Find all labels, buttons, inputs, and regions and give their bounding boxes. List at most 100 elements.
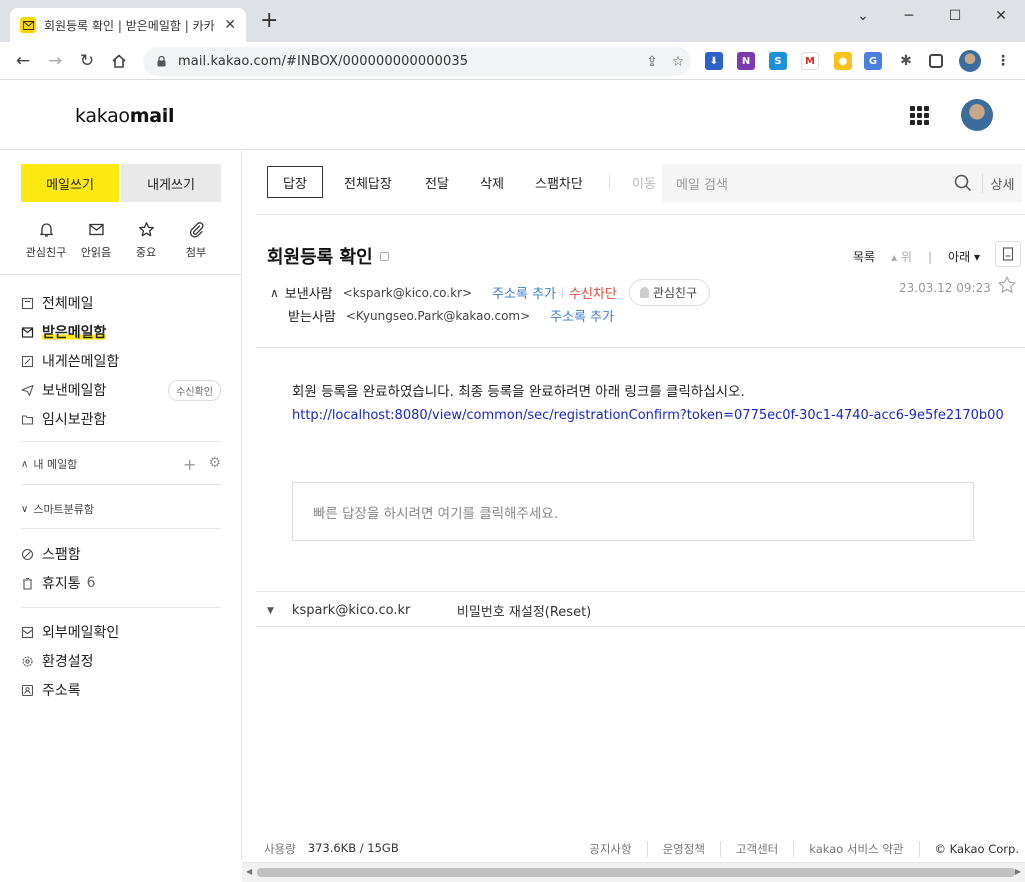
share-icon[interactable]: ⇪	[639, 54, 665, 70]
translate-extension-icon[interactable]: G	[864, 52, 882, 70]
recipient-row: 받는사람 <Kyungseo.Park@kakao.com> 주소록 추가	[288, 306, 614, 326]
puzzle-extensions-icon[interactable]: ✱	[897, 52, 915, 70]
onenote-extension-icon[interactable]: N	[737, 52, 755, 70]
settings-gear-icon	[22, 655, 33, 667]
sender-address[interactable]: <kspark@kico.co.kr>	[343, 286, 472, 300]
collapse-header-icon[interactable]: ∧	[270, 286, 279, 300]
scroll-right-arrow-icon[interactable]: ▶	[1015, 867, 1021, 876]
sidebar-item-self-mail[interactable]: 내게쓴메일함	[21, 349, 221, 373]
thread-sender: kspark@kico.co.kr	[291, 603, 411, 618]
advanced-search-button[interactable]: 상세	[982, 173, 1022, 193]
quick-unread[interactable]: 안읽음	[71, 221, 121, 260]
reply-button[interactable]: 답장	[267, 166, 323, 198]
move-button[interactable]: 이동	[632, 166, 656, 198]
search-icon[interactable]	[954, 174, 972, 192]
quick-reply-box[interactable]: 빠른 답장을 하시려면 여기를 클릭해주세요.	[292, 482, 974, 541]
forward-button[interactable]: 전달	[425, 166, 449, 198]
header-divider-line	[256, 347, 1025, 348]
new-tab-icon[interactable]: +	[260, 10, 278, 32]
next-mail-button[interactable]: 아래 ▾	[948, 248, 980, 265]
write-to-self-button[interactable]: 내게쓰기	[121, 164, 221, 202]
footer-policy-link[interactable]: 운영정책	[648, 841, 721, 857]
horizontal-scrollbar[interactable]: ◀ ▶	[242, 862, 1025, 882]
chrome-menu-icon[interactable]: ⋮	[994, 52, 1012, 70]
download-extension-icon[interactable]: ⬇	[705, 52, 723, 70]
browser-tab[interactable]: 회원등록 확인 | 받은메일함 | 카카 ✕	[10, 8, 246, 42]
sidebar-item-trash[interactable]: 휴지통 6	[21, 571, 221, 595]
block-sender-link[interactable]: 수신차단	[569, 283, 617, 302]
gmail-extension-icon[interactable]: M	[801, 52, 819, 70]
thread-divider-bottom	[256, 626, 1025, 627]
thread-subject: 비밀번호 재설정(Reset)	[456, 605, 592, 620]
compose-button[interactable]: 메일쓰기	[21, 164, 119, 202]
sidebar-item-all-mail[interactable]: 전체메일	[21, 291, 221, 315]
footer-support-link[interactable]: 고객센터	[721, 841, 795, 857]
registration-confirm-link[interactable]: http://localhost:8080/view/common/sec/re…	[292, 404, 1004, 427]
reply-all-button[interactable]: 전체답장	[344, 166, 392, 198]
sidepanel-icon[interactable]	[929, 54, 943, 68]
tab-close-icon[interactable]: ✕	[224, 17, 236, 33]
kakaomail-logo[interactable]: kakaomail	[75, 105, 175, 127]
quick-important[interactable]: 중요	[121, 221, 171, 260]
storage-usage: 사용량 373.6KB / 15GB	[264, 841, 399, 856]
important-star-icon[interactable]	[997, 275, 1017, 295]
star-icon	[138, 222, 154, 237]
sidebar-item-spam[interactable]: 스팸함	[21, 542, 221, 566]
sidebar-item-address-book[interactable]: 주소록	[21, 678, 221, 702]
smart-folder-section[interactable]: ∨ 스마트분류함	[21, 501, 221, 517]
quick-attachments[interactable]: 첨부	[171, 221, 221, 260]
sidebar-divider	[21, 528, 221, 529]
print-button[interactable]	[995, 241, 1021, 267]
add-sender-contact-link[interactable]: 주소록 추가	[492, 283, 556, 302]
read-receipt-badge[interactable]: 수신확인	[168, 379, 221, 401]
lock-icon	[157, 56, 166, 67]
my-mailbox-section[interactable]: ∧ 내 메일함 + ⚙	[21, 455, 221, 474]
subject-toggle-icon[interactable]	[379, 251, 389, 261]
sidebar-item-external-mail[interactable]: 외부메일확인	[21, 620, 221, 644]
scroll-left-arrow-icon[interactable]: ◀	[246, 867, 252, 876]
minimize-button[interactable]: ─	[886, 6, 932, 26]
memo-icon	[21, 355, 34, 367]
footer-notice-link[interactable]: 공지사항	[574, 841, 648, 857]
address-book-icon	[21, 684, 34, 696]
maximize-button[interactable]: ☐	[932, 6, 978, 26]
forward-arrow-icon[interactable]: →	[44, 50, 66, 72]
add-recipient-contact-link[interactable]: 주소록 추가	[550, 306, 614, 325]
delete-button[interactable]: 삭제	[480, 166, 504, 198]
address-bar[interactable]: mail.kakao.com/#INBOX/000000000000035 ⇪ …	[143, 47, 691, 76]
s-extension-icon[interactable]: S	[769, 52, 787, 70]
thread-expand-icon[interactable]: ▼	[267, 606, 274, 616]
user-avatar[interactable]	[961, 99, 993, 131]
mail-body: 회원 등록을 완료하였습니다. 최종 등록을 완료하려면 아래 링크를 클릭하십…	[292, 381, 1004, 427]
tab-title: 회원등록 확인 | 받은메일함 | 카카	[44, 18, 215, 33]
sidebar-item-settings[interactable]: 환경설정	[21, 649, 221, 673]
app-grid-icon[interactable]	[910, 106, 929, 125]
vip-friend-button[interactable]: 관심친구	[628, 279, 711, 306]
home-icon[interactable]	[108, 50, 130, 72]
thread-divider-top	[256, 591, 1025, 592]
quick-vip-friends[interactable]: 관심친구	[21, 221, 71, 260]
list-button[interactable]: 목록	[853, 248, 875, 265]
sidebar-item-sent[interactable]: 보낸메일함 수신확인	[21, 378, 221, 402]
sidebar-item-inbox[interactable]: 받은메일함	[21, 320, 221, 344]
browser-tabbar: 회원등록 확인 | 받은메일함 | 카카 ✕ + ⌄ ─ ☐ ✕	[0, 0, 1025, 42]
previous-mail-button[interactable]: ▴ 위	[891, 248, 912, 265]
thread-item[interactable]: ▼ kspark@kico.co.kr 비밀번호 재설정(Reset)	[267, 601, 591, 620]
bookmark-star-icon[interactable]: ☆	[665, 54, 691, 70]
kakaomail-favicon-icon	[20, 17, 36, 33]
block-spam-button[interactable]: 스팸차단	[535, 166, 583, 198]
scrollbar-thumb[interactable]	[257, 868, 1015, 877]
add-mailbox-icon[interactable]: +	[183, 455, 196, 474]
close-window-button[interactable]: ✕	[978, 6, 1024, 26]
search-input[interactable]: 메일 검색	[676, 174, 954, 193]
back-arrow-icon[interactable]: ←	[12, 50, 34, 72]
mail-search-box[interactable]: 메일 검색 상세	[662, 164, 1022, 202]
reload-icon[interactable]: ↻	[76, 50, 98, 72]
sidebar-item-drafts[interactable]: 임시보관함	[21, 407, 221, 431]
keep-extension-icon[interactable]: ●	[834, 52, 852, 70]
mailbox-settings-icon[interactable]: ⚙	[208, 455, 221, 474]
tab-search-chevron-icon[interactable]: ⌄	[840, 6, 886, 26]
footer-terms-link[interactable]: kakao 서비스 약관	[794, 841, 920, 857]
profile-avatar[interactable]	[959, 50, 981, 72]
recipient-address[interactable]: <Kyungseo.Park@kakao.com>	[346, 309, 530, 323]
